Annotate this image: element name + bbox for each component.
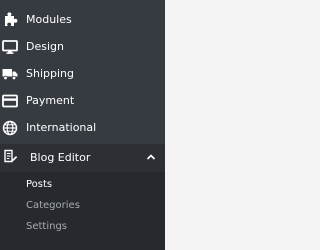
- truck-icon: [2, 66, 18, 82]
- sidebar-nav: Modules Design Shipping Payment Internat…: [0, 0, 165, 250]
- sidebar-item-design[interactable]: Design: [0, 33, 165, 60]
- chevron-up-icon[interactable]: [145, 151, 157, 163]
- sidebar-item-label: Payment: [26, 94, 75, 107]
- desktop-monitor-icon: [2, 39, 18, 55]
- sidebar-item-label: Design: [26, 40, 64, 53]
- submenu-item-settings[interactable]: Settings: [26, 220, 67, 233]
- globe-icon: [2, 120, 18, 136]
- sidebar-item-international[interactable]: International: [0, 114, 165, 141]
- credit-card-icon: [2, 93, 18, 109]
- puzzle-piece-icon: [2, 12, 18, 28]
- sidebar-item-blog-editor[interactable]: Blog Editor: [0, 144, 165, 172]
- admin-app: Modules Design Shipping Payment Internat…: [0, 0, 250, 250]
- sidebar-item-shipping[interactable]: Shipping: [0, 60, 165, 87]
- blog-editor-submenu: Posts Categories Settings: [0, 172, 165, 250]
- submenu-item-categories[interactable]: Categories: [26, 199, 80, 212]
- sidebar-item-label: Modules: [26, 13, 72, 26]
- sidebar-item-label: International: [26, 121, 97, 134]
- sidebar-item-label: Shipping: [26, 67, 74, 80]
- sidebar-item-payment[interactable]: Payment: [0, 87, 165, 114]
- document-icon: [2, 149, 18, 165]
- main-content-area: [165, 0, 250, 250]
- sidebar-item-label: Blog Editor: [30, 151, 91, 164]
- sidebar-item-modules[interactable]: Modules: [0, 6, 165, 33]
- submenu-item-posts[interactable]: Posts: [26, 178, 52, 191]
